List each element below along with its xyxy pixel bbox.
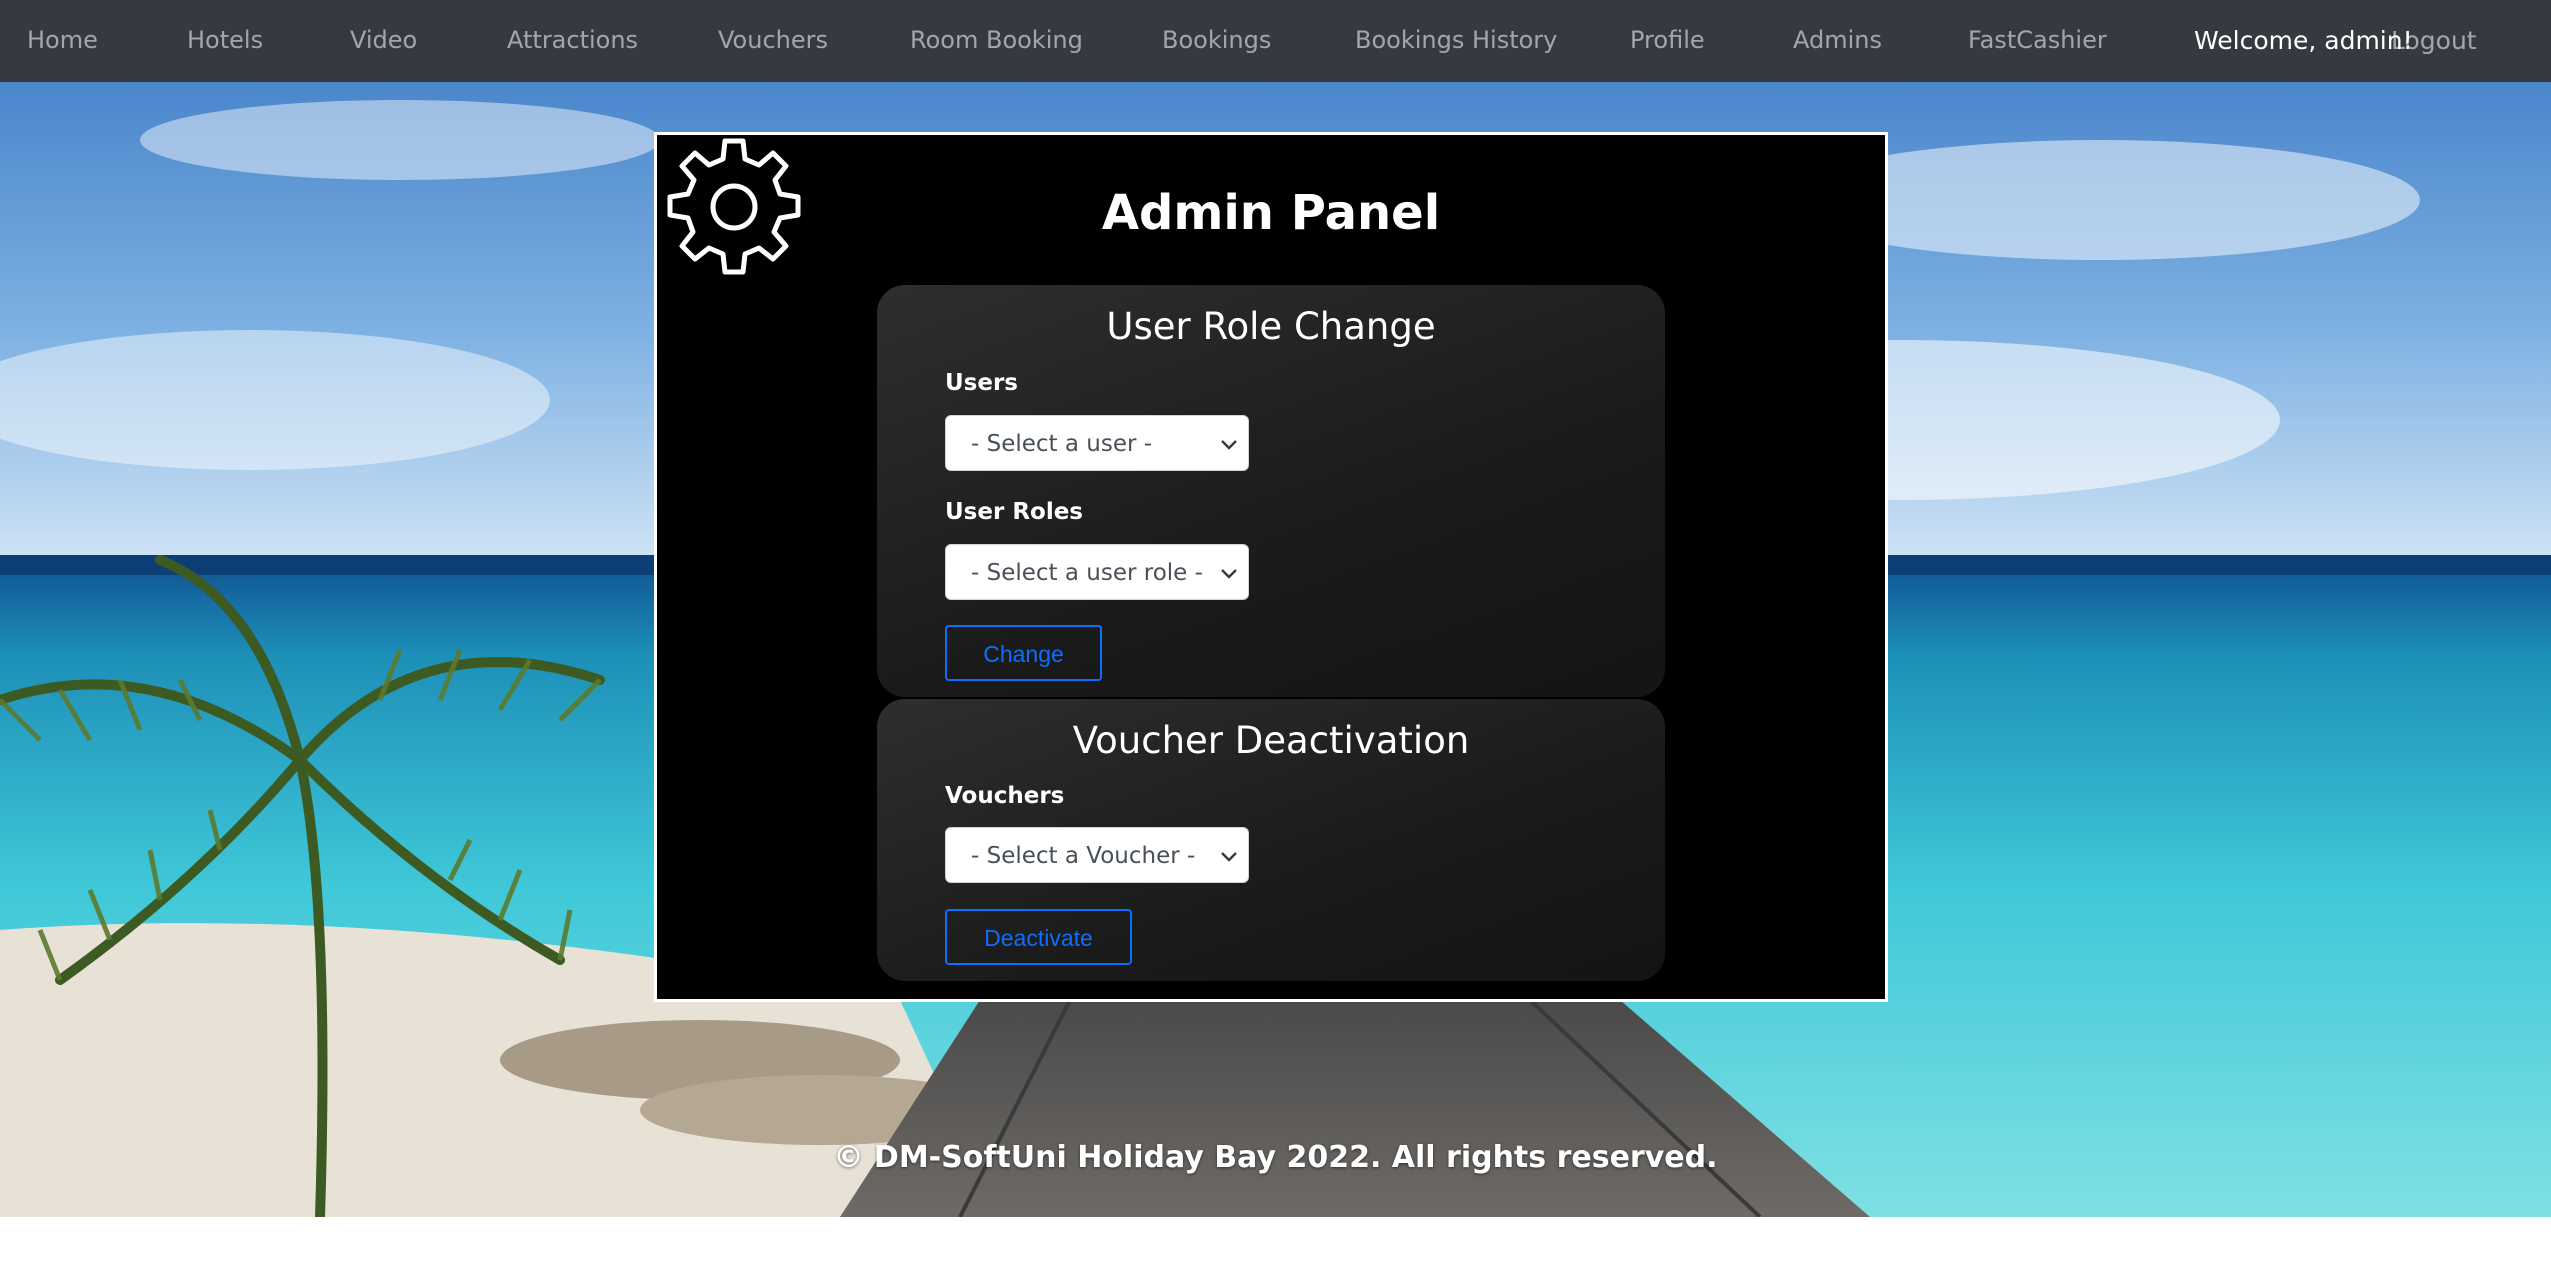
page-title: Admin Panel bbox=[1101, 185, 1441, 241]
logout-link[interactable]: Logout bbox=[2391, 0, 2477, 82]
admin-panel: Admin Panel User Role Change Users - Sel… bbox=[654, 132, 1888, 1002]
deactivate-button[interactable]: Deactivate bbox=[945, 909, 1132, 965]
nav-bookings-history-link[interactable]: Bookings History bbox=[1355, 0, 1557, 82]
users-select[interactable]: - Select a user - bbox=[945, 415, 1249, 471]
vouchers-select[interactable]: - Select a Voucher - bbox=[945, 827, 1249, 883]
chevron-down-icon bbox=[1221, 852, 1237, 862]
chevron-down-icon bbox=[1221, 440, 1237, 450]
top-navbar: Home Hotels Video Attractions Vouchers R… bbox=[0, 0, 2551, 82]
user-roles-select[interactable]: - Select a user role - bbox=[945, 544, 1249, 600]
chevron-down-icon bbox=[1221, 569, 1237, 579]
nav-bookings-link[interactable]: Bookings bbox=[1162, 0, 1271, 82]
nav-profile-link[interactable]: Profile bbox=[1630, 0, 1705, 82]
nav-video-link[interactable]: Video bbox=[350, 0, 417, 82]
user-role-change-card: User Role Change Users - Select a user -… bbox=[877, 285, 1665, 697]
change-button[interactable]: Change bbox=[945, 625, 1102, 681]
user-roles-label: User Roles bbox=[945, 499, 1083, 525]
users-label: Users bbox=[945, 370, 1018, 396]
vouchers-select-value: - Select a Voucher - bbox=[971, 843, 1196, 869]
vouchers-label: Vouchers bbox=[945, 783, 1065, 809]
nav-admins-link[interactable]: Admins bbox=[1793, 0, 1882, 82]
nav-room-booking-link[interactable]: Room Booking bbox=[910, 0, 1083, 82]
nav-attractions-link[interactable]: Attractions bbox=[507, 0, 638, 82]
welcome-text: Welcome, admin! bbox=[2194, 26, 2413, 55]
nav-hotels-link[interactable]: Hotels bbox=[187, 0, 263, 82]
nav-home-link[interactable]: Home bbox=[27, 0, 98, 82]
nav-vouchers-link[interactable]: Vouchers bbox=[718, 0, 828, 82]
nav-fastcashier-link[interactable]: FastCashier bbox=[1968, 0, 2107, 82]
voucher-deactivation-title: Voucher Deactivation bbox=[1072, 719, 1470, 762]
user-roles-select-value: - Select a user role - bbox=[971, 560, 1203, 586]
footer-copyright: © DM-SoftUni Holiday Bay 2022. All right… bbox=[833, 1140, 1718, 1175]
users-select-value: - Select a user - bbox=[971, 431, 1153, 457]
voucher-deactivation-card: Voucher Deactivation Vouchers - Select a… bbox=[877, 699, 1665, 981]
user-role-change-title: User Role Change bbox=[1106, 305, 1436, 348]
